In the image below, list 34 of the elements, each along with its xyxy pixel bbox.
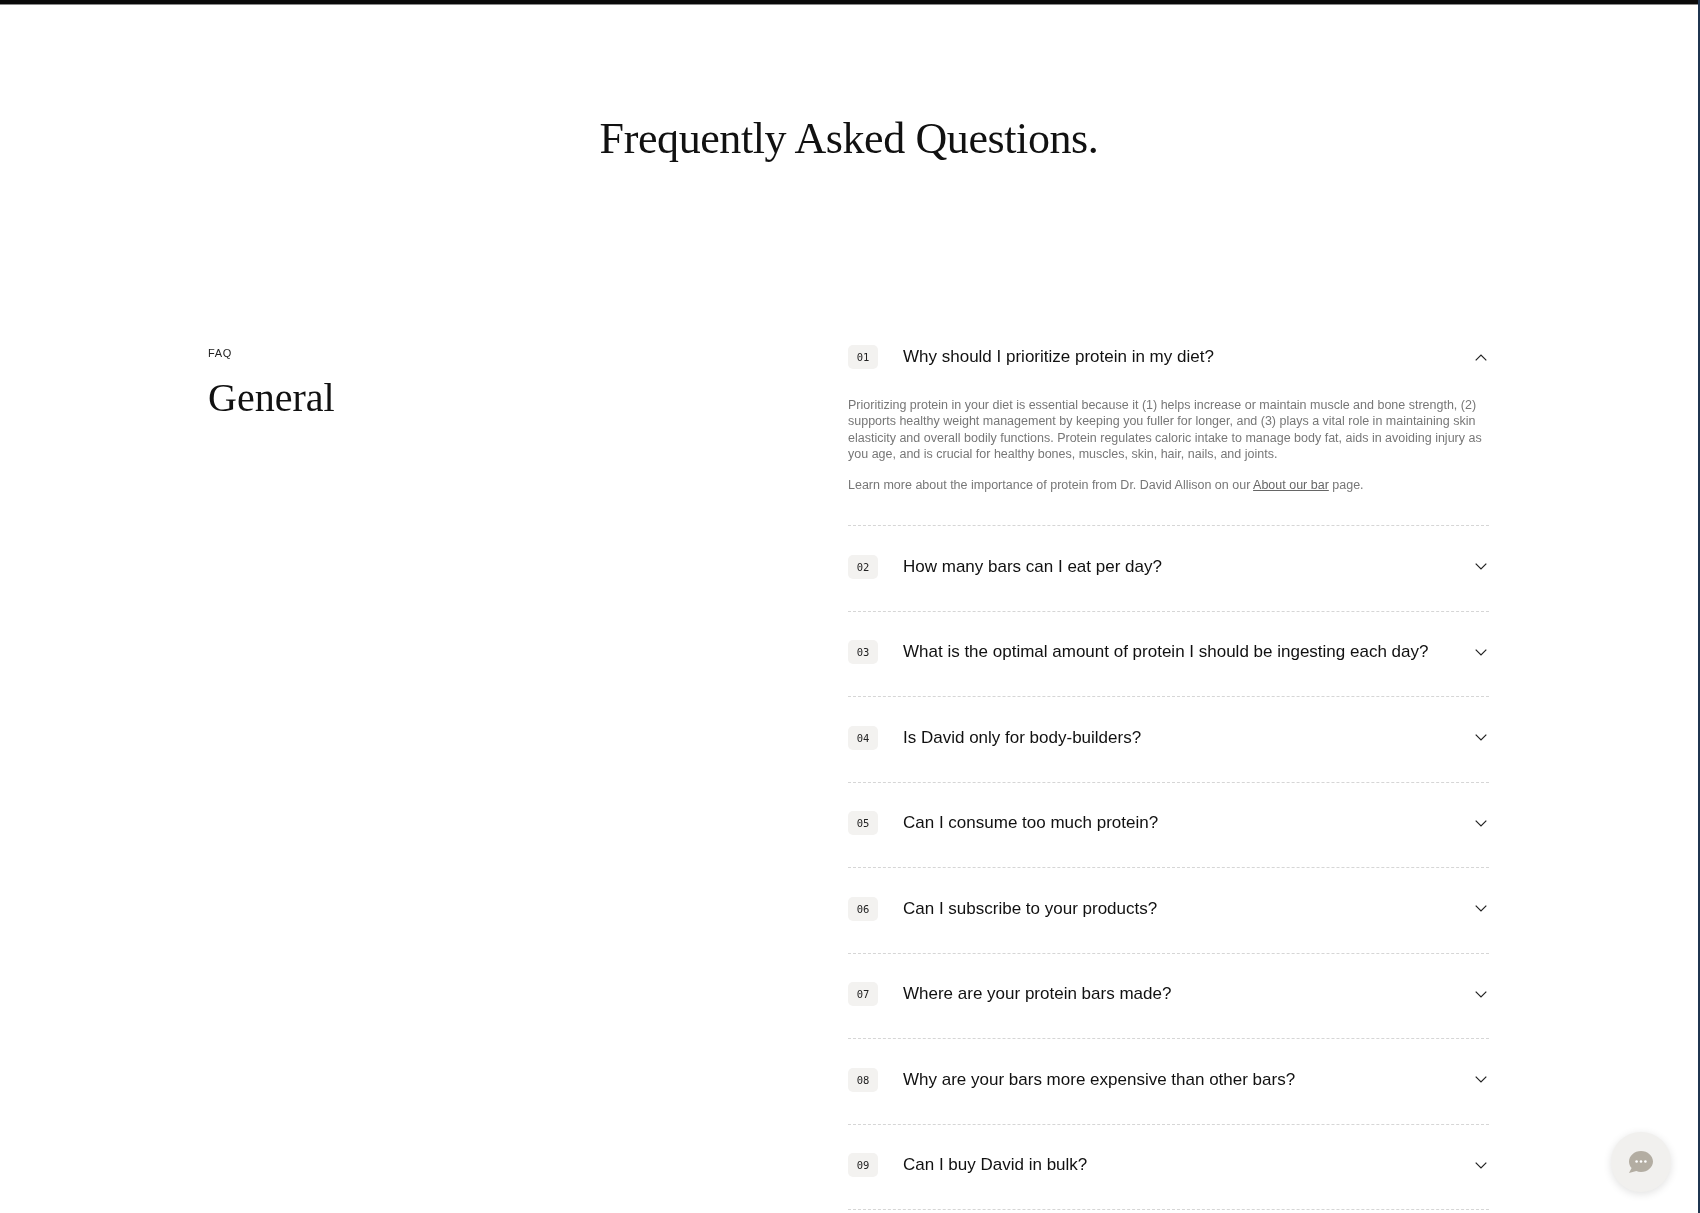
faq-question[interactable]: Is David only for body-builders? bbox=[903, 727, 1142, 749]
question-number: 08 bbox=[848, 1068, 878, 1092]
answer-text: Prioritizing protein in your diet is essential because it (1) helps increase or maintain muscle and bone strength, (2) supports healthy weight management by keeping you fuller for longer, and (3) plays a vital role in maintaining skin elasticity and overall bodily functions. Protein regulates caloric intake to manage body fat, aids in avoiding injury as you age, and is crucial for healthy bones, muscles, skin, hair, nails, and joints. bbox=[848, 397, 1483, 463]
answer-text: Learn more about the importance of protein from Dr. David Allison on our About our bar page. bbox=[848, 477, 1365, 494]
faq-question[interactable]: How many bars can I eat per day? bbox=[903, 556, 1162, 578]
chevron-down-icon[interactable] bbox=[1475, 905, 1487, 913]
question-number: 05 bbox=[848, 811, 878, 836]
question-number: 02 bbox=[848, 555, 878, 579]
question-number: 07 bbox=[848, 982, 878, 1007]
faq-question[interactable]: Can I subscribe to your products? bbox=[903, 898, 1158, 920]
section-eyebrow: FAQ bbox=[208, 346, 232, 360]
question-number: 04 bbox=[848, 726, 878, 750]
chevron-down-icon[interactable] bbox=[1475, 820, 1487, 827]
chevron-down-icon[interactable] bbox=[1475, 1076, 1487, 1084]
chevron-down-icon[interactable] bbox=[1475, 1162, 1487, 1169]
page-title: Frequently Asked Questions. bbox=[599, 113, 1099, 165]
faq-question[interactable]: Where are your protein bars made? bbox=[903, 983, 1172, 1006]
faq-question[interactable]: Why should I prioritize protein in my diet? bbox=[903, 346, 1214, 368]
chevron-down-icon[interactable] bbox=[1475, 563, 1487, 571]
inline-link[interactable]: About our bar bbox=[1253, 478, 1329, 493]
question-number: 06 bbox=[848, 897, 878, 921]
faq-question[interactable]: Can I consume too much protein? bbox=[903, 812, 1159, 835]
chat-bubble-icon bbox=[1628, 1150, 1654, 1174]
faq-question[interactable]: Can I buy David in bulk? bbox=[903, 1154, 1088, 1177]
faq-question[interactable]: Why are your bars more expensive than other bars? bbox=[903, 1069, 1296, 1091]
faq-question[interactable]: What is the optimal amount of protein I should be ingesting each day? bbox=[903, 641, 1429, 664]
question-number: 01 bbox=[848, 345, 878, 369]
chevron-down-icon[interactable] bbox=[1475, 734, 1487, 742]
chevron-down-icon[interactable] bbox=[1475, 649, 1487, 656]
question-number: 09 bbox=[848, 1153, 878, 1178]
chevron-down-icon[interactable] bbox=[1475, 991, 1487, 998]
chevron-up-icon[interactable] bbox=[1475, 353, 1487, 361]
section-title: General bbox=[208, 375, 335, 421]
question-number: 03 bbox=[848, 640, 878, 665]
